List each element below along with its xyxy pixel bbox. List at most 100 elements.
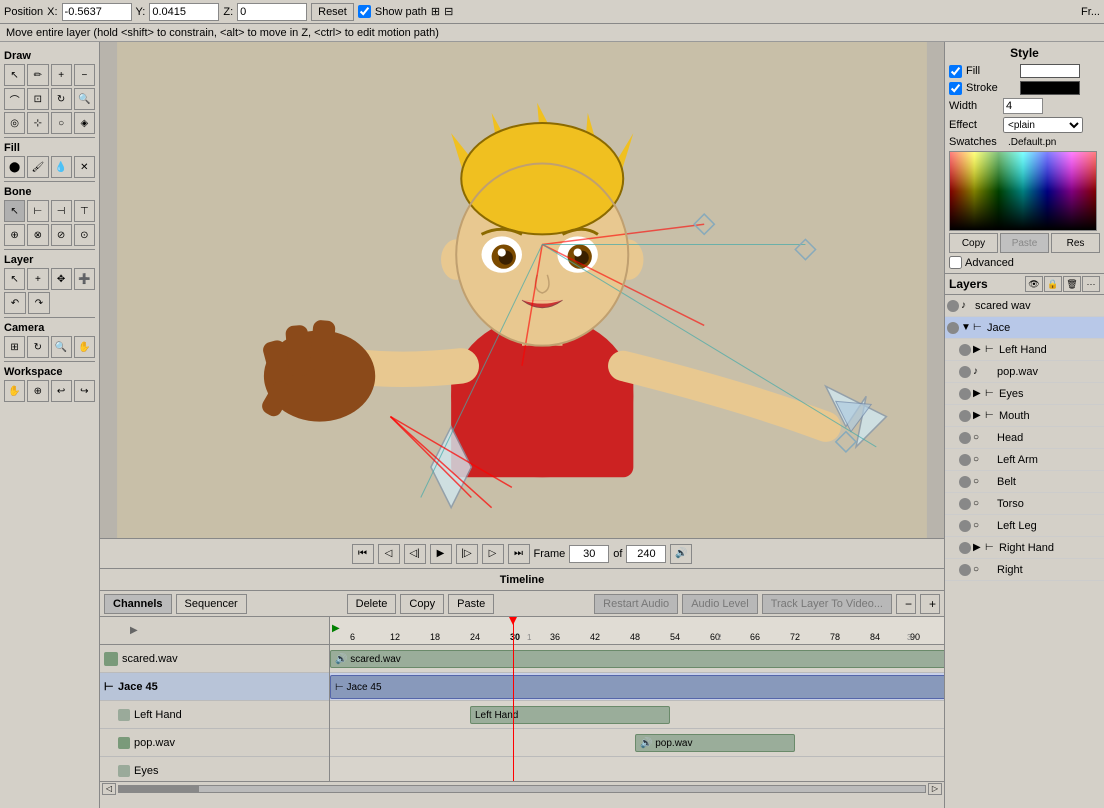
warp-tool[interactable]: ⊹ [27,112,48,134]
layer-orbit-tool[interactable]: ↶ [4,292,26,314]
layer-jace[interactable]: ▼ ⊢ Jace [945,317,1104,339]
layer-select-tool[interactable]: ↖ [4,268,25,290]
scroll-left-btn[interactable]: ◁ [102,783,116,795]
camera-zoom-tool[interactable]: 🔍 [51,336,72,358]
expand-left-hand[interactable]: ▶ [973,344,983,355]
bone-scale-tool[interactable]: ⊕ [4,224,25,246]
stroke-checkbox[interactable] [949,82,962,95]
layer-mouth[interactable]: ▶ ⊢ Mouth [945,405,1104,427]
shrink-icon[interactable]: ⊟ [444,5,453,18]
pop-wav-bar[interactable]: 🔊 pop.wav [635,734,795,752]
bone-bind-tool[interactable]: ⊗ [27,224,48,246]
layer-left-leg[interactable]: ○ Left Leg [945,515,1104,537]
layer-move-tool[interactable]: ✥ [51,268,72,290]
track-row-jace[interactable]: ⊢ Jace 45 [100,673,329,701]
layers-lock-button[interactable]: 🔒 [1044,276,1062,292]
lasso-tool[interactable]: ◎ [4,112,25,134]
add-point-tool[interactable]: + [51,64,72,86]
layers-delete-button[interactable]: 🗑 [1063,276,1081,292]
layer-left-arm[interactable]: ○ Left Arm [945,449,1104,471]
layers-more-button[interactable]: ··· [1082,276,1100,292]
layer-delete-tool[interactable]: ➕ [74,268,95,290]
curve-tool[interactable]: ⌒ [4,88,25,110]
go-start-button[interactable]: ⏮ [352,544,374,564]
camera-move-tool[interactable]: ⊞ [4,336,25,358]
layer-pop-wav[interactable]: ♪ pop.wav [945,361,1104,383]
fill-swatch[interactable] [1020,64,1080,78]
bone-rotate-tool[interactable]: ⊤ [74,200,95,222]
step-back-button[interactable]: ◁| [404,544,426,564]
prev-frame-button[interactable]: ◁ [378,544,400,564]
scared-wav-bar[interactable]: 🔊 scared.wav [330,650,944,668]
redo-tool[interactable]: ↪ [74,380,95,402]
show-path-checkbox[interactable] [358,5,371,18]
expand-icon[interactable]: ⊞ [431,5,440,18]
clear-fill-tool[interactable]: ✕ [74,156,95,178]
effect-select[interactable]: <plain [1003,117,1083,133]
paste-button[interactable]: Paste [448,594,494,614]
delete-point-tool[interactable]: − [74,64,95,86]
fill-checkbox[interactable] [949,65,962,78]
arrow-tool[interactable]: ↖ [4,64,25,86]
style-paste-button[interactable]: Paste [1000,233,1049,253]
eyedrop-tool[interactable]: 💧 [51,156,72,178]
paint-tool[interactable]: 🖌 [27,156,48,178]
track-row-left-hand[interactable]: Left Hand [100,701,329,729]
camera-rotate-tool[interactable]: ↻ [27,336,48,358]
expand-jace[interactable]: ▼ [961,322,971,333]
zoom-in-tool[interactable]: ⊕ [27,380,48,402]
layer-flip-tool[interactable]: ↷ [28,292,50,314]
hand-tool[interactable]: ✋ [4,380,25,402]
bone-move-tool[interactable]: ⊣ [51,200,72,222]
jace-bar[interactable]: ⊢ Jace 45 [330,675,944,699]
advanced-checkbox[interactable] [949,256,962,269]
play-button[interactable]: ▶ [430,544,452,564]
bone-select-tool[interactable]: ↖ [4,200,25,222]
layer-right[interactable]: ○ Right [945,559,1104,581]
reset-button[interactable]: Reset [311,3,354,21]
track-row-scared-wav[interactable]: scared.wav [100,645,329,673]
expand-eyes[interactable]: ▶ [973,388,983,399]
expand-mouth[interactable]: ▶ [973,410,983,421]
transform-tool[interactable]: ⊡ [27,88,48,110]
zoom-out-timeline[interactable]: − [896,594,916,614]
layer-eyes[interactable]: ▶ ⊢ Eyes [945,383,1104,405]
next-frame-button[interactable]: ▷ [482,544,504,564]
track-row-pop-wav[interactable]: pop.wav [100,729,329,757]
layers-eye-button[interactable]: 👁 [1025,276,1043,292]
undo-tool[interactable]: ↩ [51,380,72,402]
width-input[interactable] [1003,98,1043,114]
bone-weight-tool[interactable]: ⊘ [51,224,72,246]
left-hand-bar[interactable]: Left Hand [470,706,670,724]
layer-head[interactable]: ○ Head [945,427,1104,449]
scroll-track[interactable] [118,785,926,793]
fill-tool[interactable]: ⬤ [4,156,25,178]
layer-torso[interactable]: ○ Torso [945,493,1104,515]
scroll-thumb[interactable] [119,786,199,792]
track-layer-button[interactable]: Track Layer To Video... [762,594,892,614]
scroll-right-btn[interactable]: ▷ [928,783,942,795]
style-reset-button[interactable]: Res [1051,233,1100,253]
total-frames-input[interactable] [626,545,666,563]
audio-toggle-button[interactable]: 🔊 [670,544,692,564]
color-picker[interactable] [949,151,1097,231]
timeline-scrollbar[interactable]: ◁ ▷ [100,781,944,795]
restart-audio-button[interactable]: Restart Audio [594,594,678,614]
sequencer-tab[interactable]: Sequencer [176,594,247,614]
audio-level-button[interactable]: Audio Level [682,594,758,614]
y-input[interactable] [149,3,219,21]
stroke-swatch[interactable] [1020,81,1080,95]
layer-left-hand[interactable]: ▶ ⊢ Left Hand [945,339,1104,361]
frame-input[interactable] [569,545,609,563]
z-input[interactable] [237,3,307,21]
x-input[interactable] [62,3,132,21]
oval-tool[interactable]: ○ [51,112,72,134]
layer-scared-wav[interactable]: ♪ scared wav [945,295,1104,317]
draw-tool[interactable]: ✏ [27,64,48,86]
copy-button[interactable]: Copy [400,594,444,614]
camera-pan-tool[interactable]: ✋ [74,336,95,358]
layer-belt[interactable]: ○ Belt [945,471,1104,493]
zoom-tool[interactable]: 🔍 [74,88,95,110]
expand-right-hand[interactable]: ▶ [973,542,983,553]
timeline-track-area[interactable]: ▶ 6 12 18 24 30 36 42 48 54 60 66 72 [330,617,944,781]
